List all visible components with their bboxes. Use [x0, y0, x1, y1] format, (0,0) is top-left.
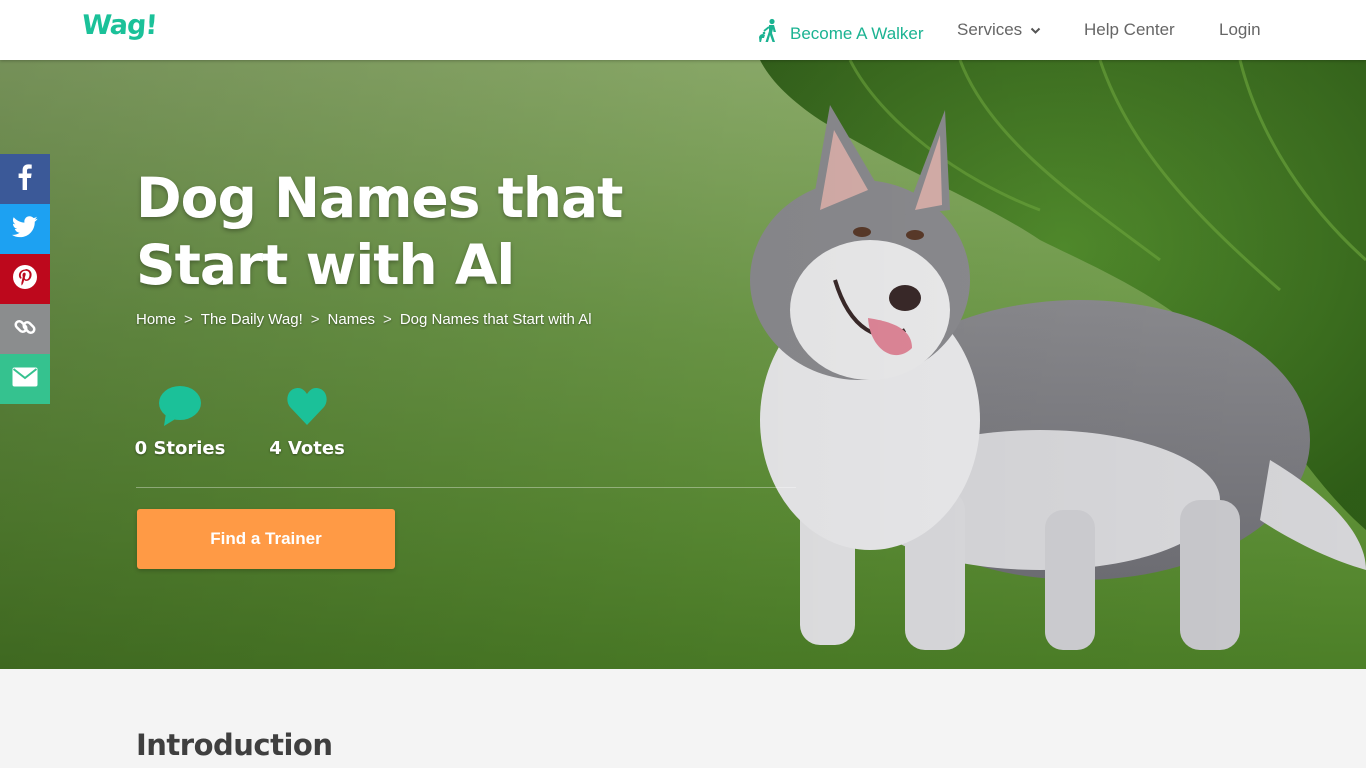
breadcrumb: Home > The Daily Wag! > Names > Dog Name… — [136, 311, 592, 328]
pinterest-share-button[interactable] — [0, 254, 50, 304]
stories-stat[interactable]: 0 Stories — [134, 385, 226, 459]
services-dropdown[interactable]: Services — [957, 20, 1041, 40]
services-label: Services — [957, 20, 1023, 39]
heart-icon — [286, 385, 328, 432]
twitter-icon — [11, 215, 38, 243]
page-title: Dog Names that Start with Al — [136, 166, 623, 297]
hero-overlay — [0, 60, 1366, 669]
become-walker-link[interactable]: Become A Walker — [756, 18, 924, 49]
email-icon — [12, 367, 38, 392]
email-share-button[interactable] — [0, 354, 50, 404]
find-trainer-button[interactable]: Find a Trainer — [137, 509, 395, 569]
hero-banner: Dog Names that Start with Al Home > The … — [0, 60, 1366, 669]
walker-icon — [756, 18, 782, 49]
votes-stat[interactable]: 4 Votes — [269, 385, 345, 459]
top-navbar: Wag! Become A Walker Services Help Cente… — [0, 0, 1366, 60]
stories-count: 0 Stories — [134, 438, 226, 459]
breadcrumb-current: Dog Names that Start with Al — [399, 311, 592, 328]
breadcrumb-separator: > — [184, 311, 193, 328]
breadcrumb-daily-wag[interactable]: The Daily Wag! — [201, 311, 303, 328]
breadcrumb-home[interactable]: Home — [136, 311, 176, 328]
hero-divider — [136, 487, 796, 488]
social-share-bar — [0, 154, 50, 404]
introduction-heading: Introduction — [136, 728, 333, 762]
facebook-share-button[interactable] — [0, 154, 50, 204]
become-walker-label: Become A Walker — [790, 23, 924, 43]
breadcrumb-separator: > — [310, 311, 320, 328]
wag-logo[interactable]: Wag! — [81, 10, 158, 41]
link-icon — [12, 314, 38, 345]
breadcrumb-names[interactable]: Names — [328, 311, 376, 328]
chevron-down-icon — [1030, 20, 1041, 40]
comment-icon — [158, 385, 202, 432]
votes-count: 4 Votes — [269, 438, 345, 459]
twitter-share-button[interactable] — [0, 204, 50, 254]
breadcrumb-separator: > — [383, 311, 392, 328]
pinterest-icon — [12, 264, 38, 295]
help-center-link[interactable]: Help Center — [1084, 20, 1175, 40]
login-link[interactable]: Login — [1219, 20, 1261, 40]
facebook-icon — [18, 163, 32, 195]
copy-link-button[interactable] — [0, 304, 50, 354]
